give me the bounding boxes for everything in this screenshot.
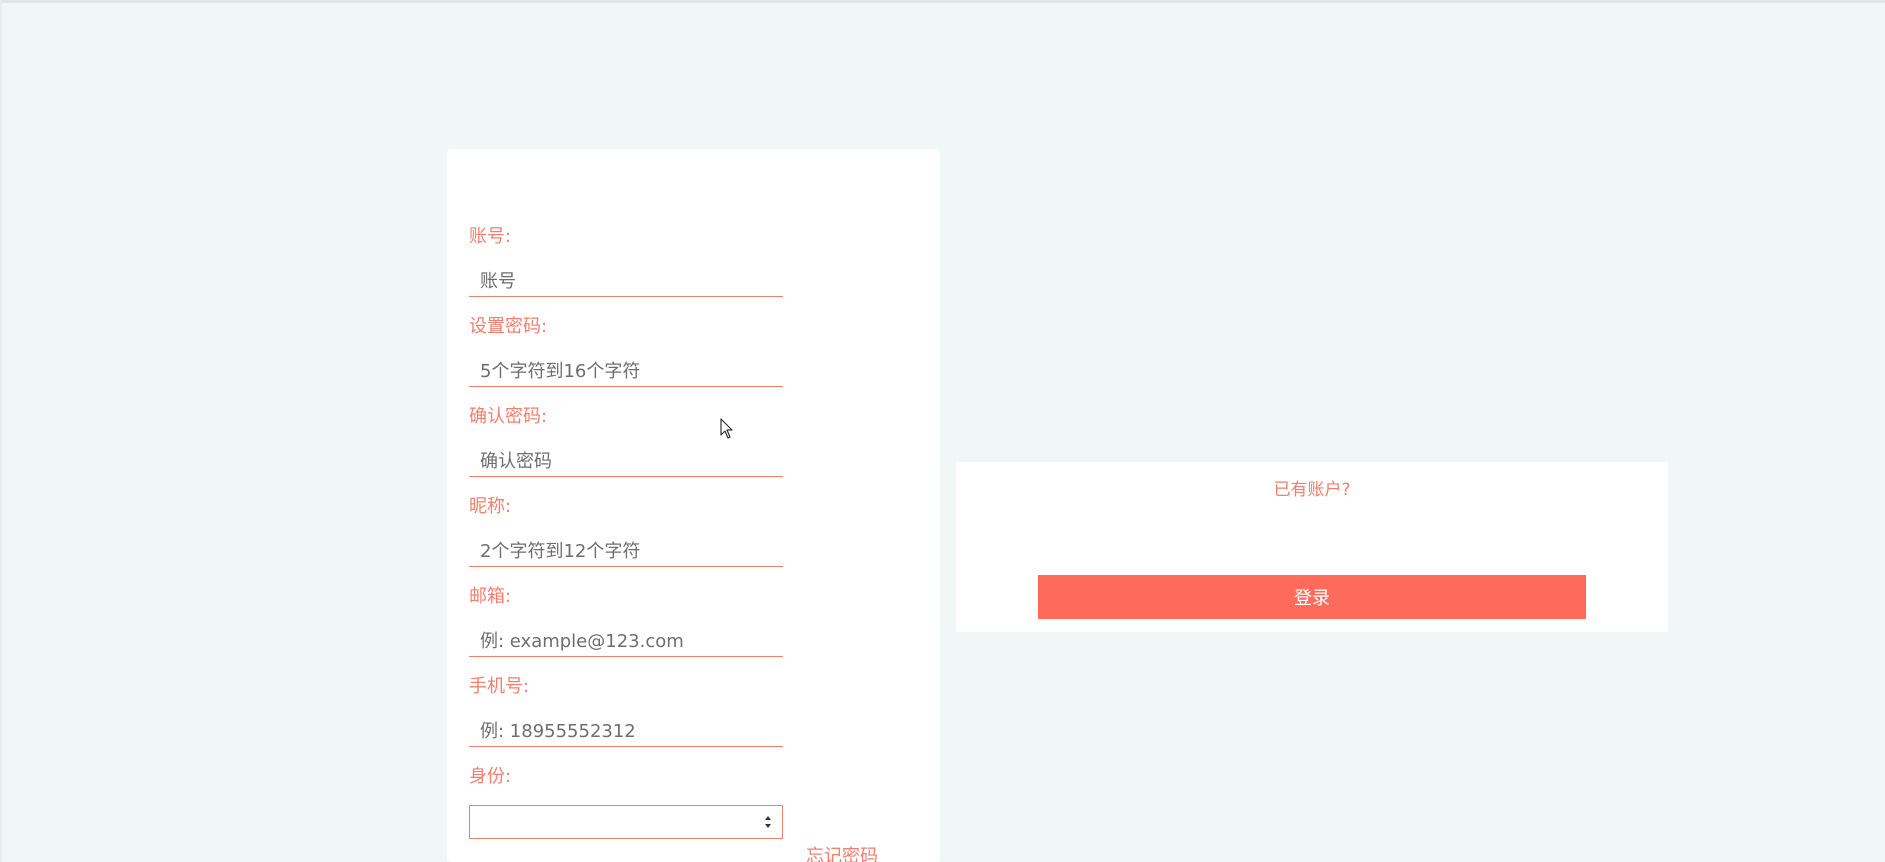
have-account-text: 已有账户? [1273,480,1351,500]
account-label: 账号: [469,226,512,247]
confirm-password-label: 确认密码: [469,406,548,427]
forgot-password-link[interactable]: 忘记密码 [806,845,878,862]
nickname-input[interactable] [469,537,783,567]
top-strip [0,0,1885,3]
phone-input[interactable] [469,717,783,747]
password-input[interactable] [469,357,783,387]
email-input[interactable] [469,627,783,657]
account-field: 账号: [469,225,783,297]
password-field: 设置密码: [469,315,783,387]
mouse-cursor-icon [720,418,733,439]
confirm-password-input[interactable] [469,447,783,477]
email-field: 邮箱: [469,585,783,657]
phone-field: 手机号: [469,675,783,747]
identity-field: 身份: [469,765,783,839]
login-panel: 已有账户? 登录 [956,462,1668,632]
page: 账号: 设置密码: 确认密码: 昵称: 邮箱: 手机号: 身份: [0,0,1885,862]
nickname-label: 昵称: [469,496,512,517]
select-arrows-icon [765,816,771,828]
email-label: 邮箱: [469,586,512,607]
register-form: 账号: 设置密码: 确认密码: 昵称: 邮箱: 手机号: 身份: [447,149,940,862]
confirm-password-field: 确认密码: [469,405,783,477]
account-input[interactable] [469,267,783,297]
phone-label: 手机号: [469,676,530,697]
identity-label: 身份: [469,766,512,787]
login-button[interactable]: 登录 [1038,575,1586,619]
identity-select[interactable] [469,805,783,839]
nickname-field: 昵称: [469,495,783,567]
left-border [0,0,2,862]
password-label: 设置密码: [469,316,548,337]
